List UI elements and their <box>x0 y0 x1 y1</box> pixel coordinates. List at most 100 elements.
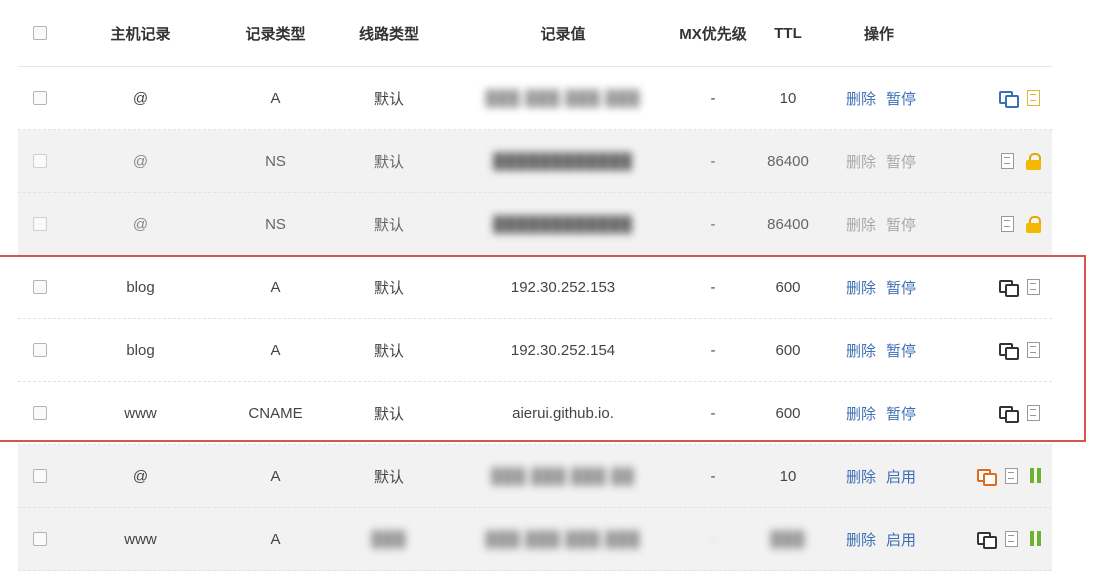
lock-icon <box>1025 216 1043 233</box>
type-cell: A <box>270 89 281 107</box>
delete-link[interactable]: 删除 <box>846 88 876 109</box>
copy-icon[interactable] <box>977 468 997 486</box>
ttl-cell: ███ <box>770 530 806 548</box>
header-value: 记录值 <box>540 25 586 43</box>
value-cell: ███.███.███.███ <box>485 89 641 107</box>
header-mx: MX优先级 <box>679 25 747 43</box>
type-cell: A <box>270 278 281 296</box>
mx-cell: - <box>710 341 716 359</box>
pause-link[interactable]: 暂停 <box>886 340 916 361</box>
line-cell: 默认 <box>373 216 404 234</box>
mx-cell: - <box>710 404 716 422</box>
select-all-checkbox[interactable] <box>33 26 47 40</box>
delete-link[interactable]: 删除 <box>846 340 876 361</box>
lock-icon <box>1025 153 1043 170</box>
value-cell: ███.███.███.██ <box>491 467 635 485</box>
copy-icon[interactable] <box>999 405 1019 423</box>
table-row: www CNAME 默认 aierui.github.io. - 600 删除 … <box>18 382 1052 445</box>
note-icon[interactable] <box>1003 468 1021 484</box>
copy-icon[interactable] <box>999 279 1019 297</box>
row-checkbox[interactable] <box>33 343 47 357</box>
header-type: 记录类型 <box>245 25 306 43</box>
enable-link[interactable]: 启用 <box>886 529 916 550</box>
delete-link[interactable]: 删除 <box>846 466 876 487</box>
value-cell: 192.30.252.153 <box>510 278 616 296</box>
note-icon[interactable] <box>999 153 1017 169</box>
type-cell: A <box>270 530 281 548</box>
enable-link[interactable]: 启用 <box>886 466 916 487</box>
table-row: www A ███ ███.███.███.███ - ███ 删除 启用 <box>18 508 1052 571</box>
host-cell: @ <box>132 215 149 233</box>
table-row: @ NS 默认 ████████████ - 86400 删除 暂停 <box>18 193 1052 256</box>
note-icon[interactable] <box>1025 279 1043 295</box>
row-checkbox[interactable] <box>33 154 47 168</box>
host-cell: @ <box>132 152 149 170</box>
table-header: 主机记录 记录类型 线路类型 记录值 MX优先级 TTL 操作 <box>18 0 1052 67</box>
ttl-cell: 600 <box>775 341 801 359</box>
row-checkbox[interactable] <box>33 280 47 294</box>
ttl-cell: 86400 <box>767 215 809 233</box>
mx-cell: - <box>710 467 716 485</box>
mx-cell: - <box>710 152 716 170</box>
pause-link: 暂停 <box>886 153 917 171</box>
mx-cell: - <box>710 215 716 233</box>
row-checkbox[interactable] <box>33 91 47 105</box>
delete-link: 删除 <box>846 216 877 234</box>
header-ops: 操作 <box>864 25 895 43</box>
line-cell: 默认 <box>373 342 404 360</box>
pause-icon <box>1029 468 1043 484</box>
row-checkbox[interactable] <box>33 532 47 546</box>
note-icon[interactable] <box>1025 405 1043 421</box>
delete-link[interactable]: 删除 <box>846 529 876 550</box>
table-row: @ NS 默认 ████████████ - 86400 删除 暂停 <box>18 130 1052 193</box>
pause-link[interactable]: 暂停 <box>886 403 916 424</box>
header-ttl: TTL <box>774 24 802 42</box>
copy-icon[interactable] <box>999 90 1019 108</box>
host-cell: www <box>124 530 157 548</box>
ttl-cell: 600 <box>775 278 801 296</box>
host-cell: blog <box>126 341 155 359</box>
value-cell: ███.███.███.███ <box>485 530 641 548</box>
note-icon[interactable] <box>1025 342 1043 358</box>
note-icon[interactable] <box>999 216 1017 232</box>
line-cell: 默认 <box>373 468 404 486</box>
value-cell: 192.30.252.154 <box>510 341 616 359</box>
type-cell: CNAME <box>248 404 303 422</box>
type-cell: A <box>270 467 281 485</box>
copy-icon[interactable] <box>977 531 997 549</box>
type-cell: A <box>270 341 281 359</box>
row-checkbox[interactable] <box>33 217 47 231</box>
delete-link[interactable]: 删除 <box>846 277 876 298</box>
value-cell: aierui.github.io. <box>512 404 614 422</box>
host-cell: @ <box>132 89 149 107</box>
pause-link: 暂停 <box>886 216 917 234</box>
mx-cell: - <box>710 278 716 296</box>
host-cell: www <box>124 404 157 422</box>
host-cell: @ <box>132 467 149 485</box>
ttl-cell: 600 <box>775 404 801 422</box>
ttl-cell: 10 <box>779 89 797 107</box>
note-icon[interactable] <box>1003 531 1021 547</box>
host-cell: blog <box>126 278 155 296</box>
ttl-cell: 10 <box>779 467 797 485</box>
delete-link: 删除 <box>846 153 877 171</box>
copy-icon[interactable] <box>999 342 1019 360</box>
delete-link[interactable]: 删除 <box>846 403 876 424</box>
header-host: 主机记录 <box>110 25 171 43</box>
pause-icon <box>1029 531 1043 547</box>
note-icon[interactable] <box>1025 90 1043 106</box>
dns-records-table: 主机记录 记录类型 线路类型 记录值 MX优先级 TTL 操作 @ A 默认 █… <box>18 0 1052 571</box>
line-cell: 默认 <box>373 153 404 171</box>
line-cell: ███ <box>371 530 407 548</box>
table-row: @ A 默认 ███.███.███.███ - 10 删除 暂停 <box>18 67 1052 130</box>
row-checkbox[interactable] <box>33 406 47 420</box>
row-checkbox[interactable] <box>33 469 47 483</box>
select-all-cell[interactable] <box>18 0 62 66</box>
type-cell: NS <box>265 215 286 233</box>
value-cell: ████████████ <box>493 152 633 170</box>
pause-link[interactable]: 暂停 <box>886 277 916 298</box>
line-cell: 默认 <box>373 90 404 108</box>
ttl-cell: 86400 <box>767 152 809 170</box>
table-row: blog A 默认 192.30.252.154 - 600 删除 暂停 <box>18 319 1052 382</box>
pause-link[interactable]: 暂停 <box>886 88 916 109</box>
